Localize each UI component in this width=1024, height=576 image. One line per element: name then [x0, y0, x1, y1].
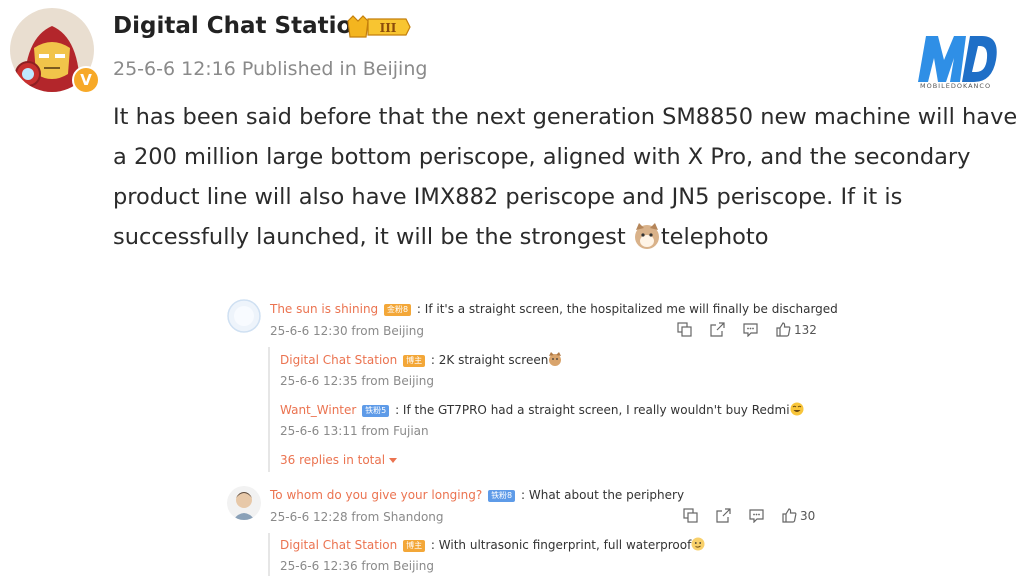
reply-line: Digital Chat Station 博主 : 2K straight sc…: [280, 352, 562, 367]
verified-badge: V: [72, 66, 100, 94]
reply-divider: [268, 533, 270, 576]
logo-subtitle: MOBILEDOKANCO: [920, 82, 992, 90]
reply-meta: 25-6-6 12:36 from Beijing: [280, 559, 434, 573]
author-name[interactable]: Digital Chat Station: [113, 13, 369, 39]
comment-username[interactable]: The sun is shining: [270, 302, 378, 316]
post-text-tail: telephoto: [660, 224, 769, 250]
fan-badge: 铁粉8: [488, 490, 516, 502]
share-icon[interactable]: [710, 322, 725, 337]
comment-meta: 25-6-6 12:28 from Shandong: [270, 510, 444, 524]
comment-line: The sun is shining 金粉8 : If it's a strai…: [270, 302, 838, 316]
reply-meta: 25-6-6 12:35 from Beijing: [280, 374, 434, 388]
reply-text: : 2K straight screen: [430, 353, 549, 367]
reply-username[interactable]: Digital Chat Station: [280, 353, 397, 367]
cat-emoji-icon: [549, 352, 562, 366]
reply-meta: 25-6-6 13:11 from Fujian: [280, 424, 429, 438]
reply-text: : If the GT7PRO had a straight screen, I…: [395, 403, 790, 417]
translate-icon[interactable]: [677, 322, 692, 337]
more-replies-label: 36 replies in total: [280, 453, 386, 467]
comment-icon[interactable]: [749, 508, 764, 523]
post-meta: 25-6-6 12:16 Published in Beijing: [113, 58, 428, 80]
comment-actions: 132: [677, 322, 817, 337]
thumbs-up-icon: [776, 322, 791, 337]
reply-line: Want_Winter 铁粉5 : If the GT7PRO had a st…: [280, 402, 804, 417]
share-icon[interactable]: [716, 508, 731, 523]
thumbs-up-icon: [782, 508, 797, 523]
comment-text: : If it's a straight screen, the hospita…: [416, 302, 838, 316]
level-label: III: [380, 21, 397, 35]
author-badge: 博主: [403, 355, 426, 367]
comment-actions: 30: [683, 508, 815, 523]
fan-badge: 铁粉5: [362, 405, 390, 417]
reply-text: : With ultrasonic fingerprint, full wate…: [430, 538, 692, 552]
reply-username[interactable]: Want_Winter: [280, 403, 356, 417]
reply-divider: [268, 347, 270, 472]
like-count: 30: [800, 508, 816, 523]
post-text: It has been said before that the next ge…: [113, 104, 1018, 250]
laughing-emoji-icon: [790, 402, 804, 416]
reply-username[interactable]: Digital Chat Station: [280, 538, 397, 552]
comment-username[interactable]: To whom do you give your longing?: [270, 488, 482, 502]
translate-icon[interactable]: [683, 508, 698, 523]
comment-meta: 25-6-6 12:30 from Beijing: [270, 324, 424, 338]
cat-emoji-icon: [634, 223, 659, 249]
reply-line: Digital Chat Station 博主 : With ultrasoni…: [280, 537, 705, 552]
comment-icon[interactable]: [743, 322, 758, 337]
caret-down-icon: [388, 458, 397, 463]
crown-level-icon: III: [346, 13, 412, 41]
like-count: 132: [794, 322, 817, 337]
commenter-avatar[interactable]: [227, 486, 261, 520]
fan-badge: 金粉8: [384, 304, 412, 316]
commenter-avatar[interactable]: [227, 299, 261, 333]
author-badge: 博主: [403, 540, 426, 552]
post-body: It has been said before that the next ge…: [113, 97, 1018, 257]
md-logo: [916, 30, 1000, 102]
comment-line: To whom do you give your longing? 铁粉8 : …: [270, 488, 684, 502]
comment-text: : What about the periphery: [520, 488, 685, 502]
smirk-emoji-icon: [691, 537, 705, 551]
like-button[interactable]: 30: [782, 508, 815, 523]
more-replies-link[interactable]: 36 replies in total: [280, 453, 397, 467]
like-button[interactable]: 132: [776, 322, 817, 337]
